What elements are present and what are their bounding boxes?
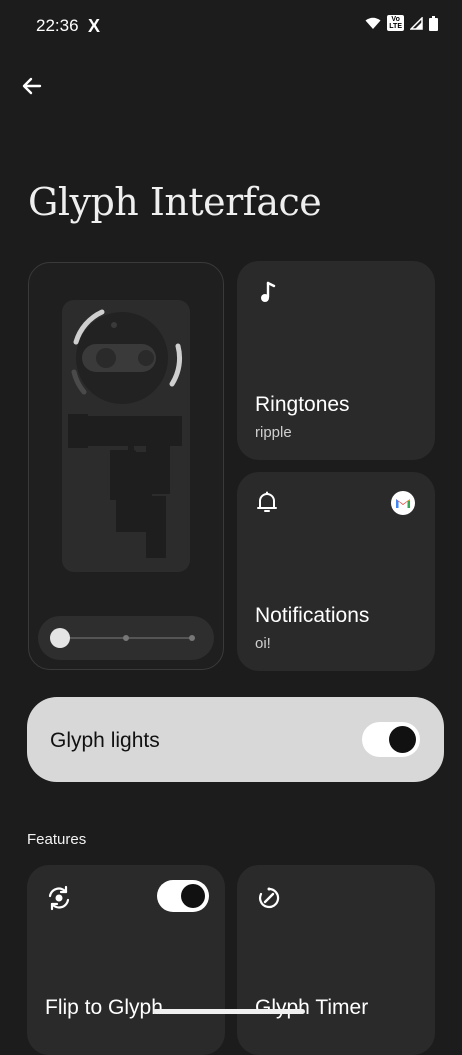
bell-icon (257, 491, 277, 512)
features-heading: Features (27, 831, 87, 848)
gmail-icon (391, 491, 415, 515)
flip-icon (48, 885, 70, 911)
notifications-subtitle: oi! (255, 635, 271, 652)
glyph-timer-label: Glyph Timer (255, 996, 369, 1019)
flip-to-glyph-toggle[interactable] (157, 880, 209, 912)
slider-track[interactable] (38, 616, 214, 660)
volte-icon: Vo LTE (387, 15, 404, 31)
page-title: Glyph Interface (28, 180, 322, 224)
music-note-icon (261, 281, 276, 302)
gesture-navigation-bar[interactable] (153, 1009, 305, 1014)
signal-icon (410, 16, 423, 30)
status-time: 22:36 (36, 16, 79, 35)
toggle-knob (181, 884, 205, 908)
notifications-title: Notifications (255, 604, 370, 627)
flip-to-glyph-label: Flip to Glyph (45, 996, 163, 1019)
battery-icon (429, 15, 438, 31)
back-arrow-icon[interactable] (18, 72, 46, 100)
timer-icon (258, 887, 280, 909)
wifi-icon (365, 17, 381, 29)
x-app-icon: X (88, 16, 101, 36)
glyph-lights-label: Glyph lights (50, 729, 160, 752)
glyph-lights-toggle[interactable] (362, 722, 420, 757)
status-icons: Vo LTE (365, 15, 438, 31)
ringtones-subtitle: ripple (255, 424, 292, 441)
ringtones-title: Ringtones (255, 393, 350, 416)
glyph-pattern-illustration (68, 309, 183, 558)
toggle-knob (389, 726, 416, 753)
